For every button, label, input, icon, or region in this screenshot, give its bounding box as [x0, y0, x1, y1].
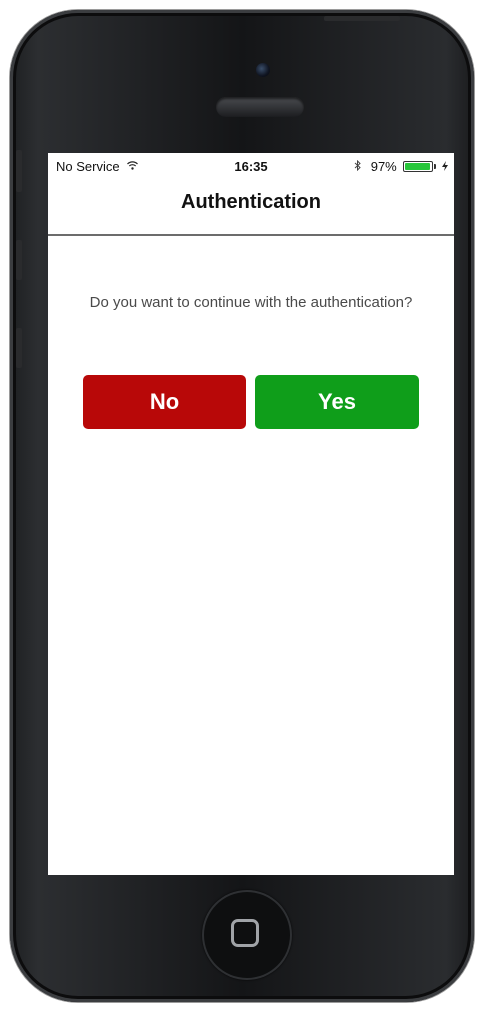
home-button[interactable]: [202, 890, 292, 980]
front-camera: [256, 63, 270, 77]
phone-screen: No Service 16:35 97% Authentication Do y…: [48, 153, 454, 875]
status-right: 97%: [354, 159, 448, 174]
confirmation-prompt: Do you want to continue with the authent…: [89, 294, 413, 311]
charging-icon: [442, 161, 448, 174]
mute-switch[interactable]: [16, 150, 22, 192]
status-bar: No Service 16:35 97%: [48, 153, 454, 179]
volume-down-button[interactable]: [16, 328, 22, 368]
battery-icon: [403, 161, 437, 172]
navigation-bar: Authentication: [48, 179, 454, 236]
battery-tip: [434, 164, 437, 169]
home-square-icon: [231, 919, 259, 947]
battery-level-fill: [405, 163, 431, 170]
earpiece-speaker: [216, 97, 304, 117]
sleep-wake-button[interactable]: [324, 16, 400, 21]
no-button[interactable]: No: [83, 375, 246, 429]
page-title: Authentication: [181, 191, 321, 213]
battery-percent: 97%: [370, 159, 397, 174]
bluetooth-icon: [354, 159, 361, 174]
yes-button[interactable]: Yes: [255, 375, 419, 429]
volume-up-button[interactable]: [16, 240, 22, 280]
